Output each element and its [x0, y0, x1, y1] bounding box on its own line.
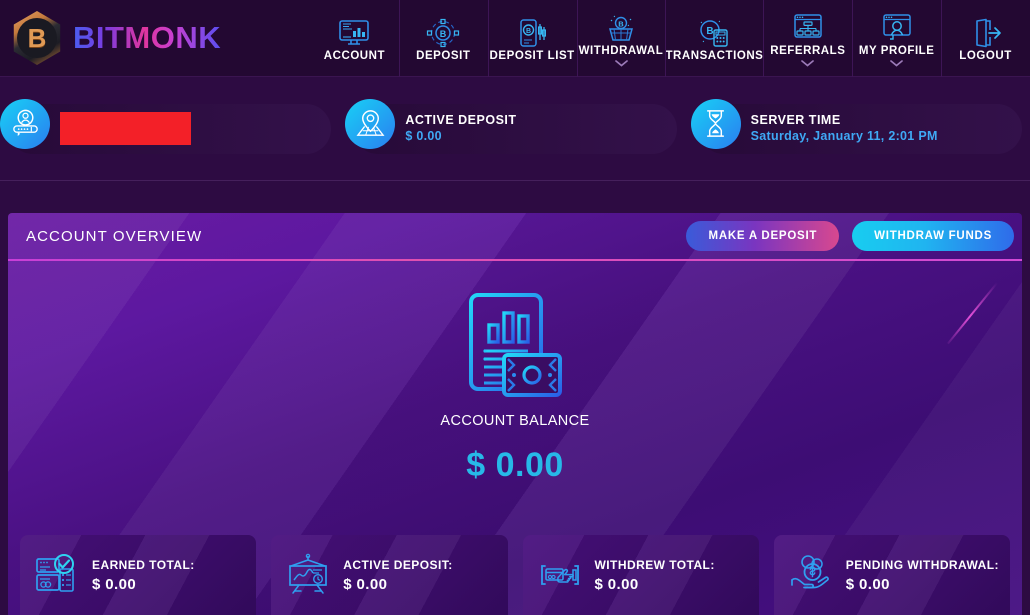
chevron-down-icon[interactable]	[890, 60, 904, 67]
panel-actions: MAKE A DEPOSIT WITHDRAW FUNDS	[686, 221, 1014, 251]
nav-label: DEPOSIT LIST	[489, 50, 575, 62]
stat-label: EARNED TOTAL:	[92, 557, 195, 572]
nav-item-transactions[interactable]: B TRANSACTIONS	[665, 0, 763, 77]
brand-initial: B	[27, 23, 47, 53]
stat-card-active-deposit: ACTIVE DEPOSIT: $ 0.00	[271, 535, 507, 615]
nav-label: TRANSACTIONS	[665, 50, 764, 62]
nav-label: DEPOSIT	[416, 50, 471, 62]
server-time-value: Saturday, January 11, 2:01 PM	[750, 128, 938, 143]
account-overview-panel: ACCOUNT OVERVIEW MAKE A DEPOSIT WITHDRAW…	[8, 213, 1022, 615]
svg-text:B: B	[618, 19, 624, 28]
financial-report-icon	[469, 293, 562, 397]
profile-browser-icon	[882, 14, 911, 40]
user-info-card	[0, 98, 332, 154]
card-withdraw-icon	[540, 565, 579, 585]
nav-item-deposit-list[interactable]: B DEPOSIT LIST	[487, 0, 577, 77]
stat-card-withdrew-total: WITHDREW TOTAL: $ 0.00	[523, 535, 759, 615]
referral-tree-icon	[794, 14, 822, 38]
page-title: ACCOUNT OVERVIEW	[26, 227, 203, 245]
account-balance-block: ACCOUNT BALANCE $ 0.00	[8, 261, 1022, 485]
verified-document-icon	[36, 554, 74, 592]
stat-label: PENDING WITHDRAWAL:	[845, 557, 999, 572]
chevron-down-icon[interactable]	[801, 60, 815, 67]
active-deposit-title: ACTIVE DEPOSIT	[405, 112, 517, 127]
stat-label: WITHDREW TOTAL:	[594, 557, 715, 572]
stat-value: $ 0.00	[845, 575, 890, 593]
active-deposit-value: $ 0.00	[405, 128, 442, 143]
nav-item-account[interactable]: ACCOUNT	[310, 0, 399, 77]
presentation-chart-icon	[289, 553, 328, 594]
nav-item-referrals[interactable]: REFERRALS	[763, 0, 852, 77]
brand-logo[interactable]: B BITMONK	[0, 11, 310, 65]
mobile-bitcoin-chart-icon: B	[520, 19, 547, 47]
nav-item-deposit[interactable]: B DEPOSIT	[398, 0, 488, 77]
active-deposit-info-card: ACTIVE DEPOSIT $ 0.00	[345, 98, 677, 154]
bitmonk-hex-logo-icon: B	[10, 11, 64, 65]
stat-value: $ 0.00	[92, 575, 137, 593]
logout-door-icon	[975, 18, 1001, 48]
svg-text:B: B	[707, 26, 714, 37]
stat-value: $ 0.00	[594, 575, 639, 593]
panel-body: ACCOUNT BALANCE $ 0.00 EARNED TOTAL: $ 0…	[8, 261, 1022, 615]
account-info-strip: ACTIVE DEPOSIT $ 0.00 SERVER TIME Saturd…	[0, 77, 1030, 181]
nav-item-my-profile[interactable]: MY PROFILE	[852, 0, 941, 77]
monitor-chart-icon	[339, 20, 370, 45]
hourglass-icon	[690, 98, 741, 149]
panel-header: ACCOUNT OVERVIEW MAKE A DEPOSIT WITHDRAW…	[8, 213, 1022, 259]
account-balance-label: ACCOUNT BALANCE	[440, 413, 590, 429]
stat-cards: EARNED TOTAL: $ 0.00 ACTIVE DEPOSIT: $ 0…	[20, 535, 1010, 615]
brand-name: BITMONK	[73, 20, 222, 55]
nav-label: MY PROFILE	[858, 45, 935, 57]
make-a-deposit-button[interactable]: MAKE A DEPOSIT	[686, 221, 840, 251]
main-nav: ACCOUNT B DEPOSIT B DEPOSIT LIST B WITHD…	[310, 0, 1030, 77]
withdraw-funds-button[interactable]: WITHDRAW FUNDS	[852, 221, 1014, 251]
bitcoin-basket-icon: B	[609, 15, 633, 41]
svg-text:B: B	[440, 29, 447, 39]
nav-label: ACCOUNT	[323, 50, 386, 62]
server-time-title: SERVER TIME	[750, 112, 841, 127]
top-navigation-bar: B BITMONK ACCOUNT B DEPOSIT B DEPOSIT LI…	[0, 0, 1030, 77]
server-time-info-card: SERVER TIME Saturday, January 11, 2:01 P…	[690, 98, 1022, 154]
stat-card-pending-withdrawal: PENDING WITHDRAWAL: $ 0.00	[774, 535, 1010, 615]
account-balance-amount: $ 0.00	[466, 446, 564, 484]
nav-item-withdrawal[interactable]: B WITHDRAWAL	[576, 0, 666, 77]
nav-label: REFERRALS	[770, 45, 846, 57]
location-pin-icon	[345, 98, 396, 149]
bitcoin-calculator-icon: B	[700, 20, 729, 47]
bitcoin-network-icon: B	[427, 18, 460, 48]
stat-card-earned-total: EARNED TOTAL: $ 0.00	[20, 535, 256, 615]
svg-text:B: B	[526, 28, 531, 35]
app-root: B BITMONK ACCOUNT B DEPOSIT B DEPOSIT LI…	[0, 0, 1030, 615]
hand-coins-icon	[790, 555, 829, 589]
username-redacted	[60, 112, 191, 145]
nav-label: WITHDRAWAL	[578, 45, 664, 57]
stat-label: ACTIVE DEPOSIT:	[343, 557, 453, 572]
stat-value: $ 0.00	[343, 575, 388, 593]
chevron-down-icon[interactable]	[614, 60, 628, 67]
nav-label: LOGOUT	[959, 50, 1012, 62]
user-login-icon	[0, 98, 50, 149]
nav-item-logout[interactable]: LOGOUT	[941, 0, 1030, 77]
